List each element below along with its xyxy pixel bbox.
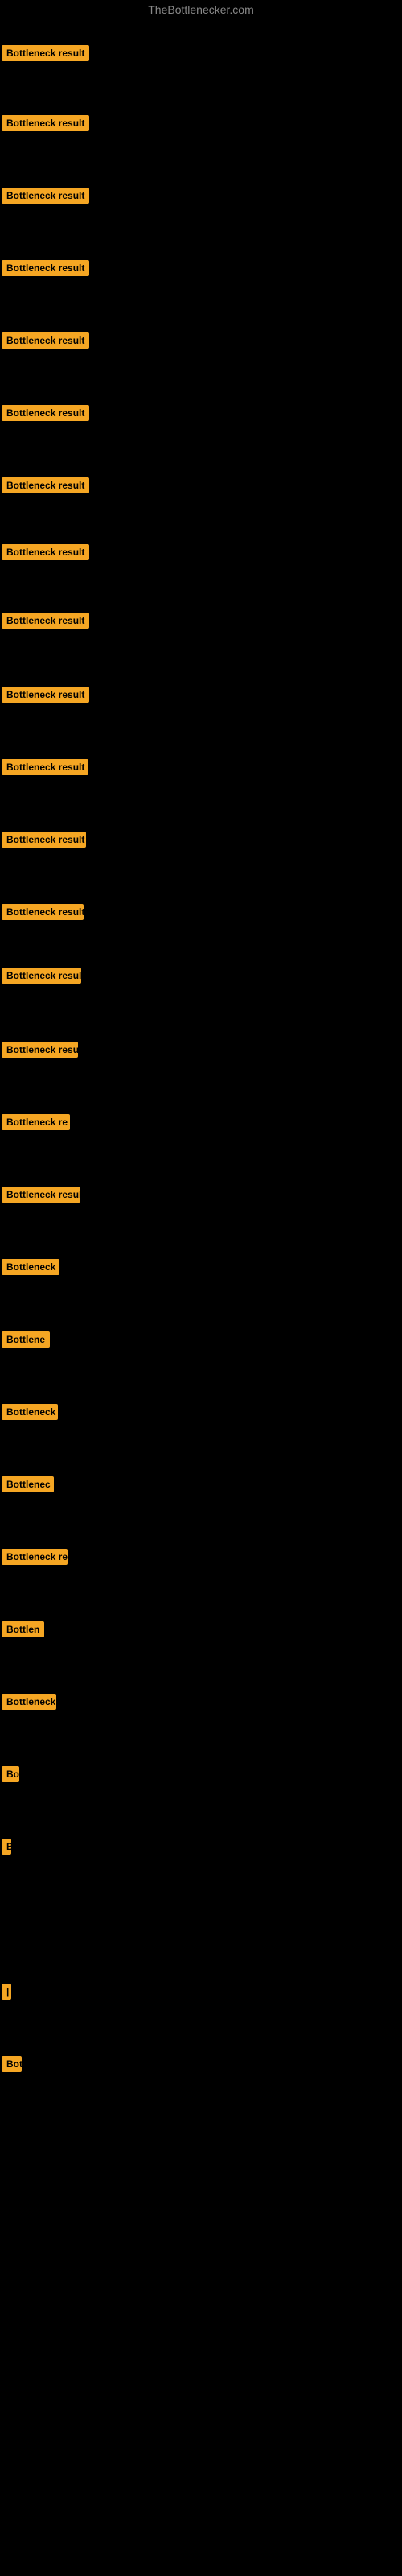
bottleneck-result-badge: Bottleneck result — [2, 968, 81, 984]
bottleneck-result-badge: Bottleneck result — [2, 832, 86, 848]
bottleneck-result-badge: | — [2, 1984, 11, 2000]
bottleneck-result-badge: Bottleneck result — [2, 260, 89, 276]
site-title: TheBottlenecker.com — [0, 0, 402, 19]
bottleneck-result-badge: Bottleneck result — [2, 687, 89, 703]
bottleneck-result-badge: Bottleneck re — [2, 1549, 68, 1565]
bottleneck-result-badge: Bottleneck — [2, 1259, 59, 1275]
bottleneck-result-badge: Bottleneck result — [2, 1042, 78, 1058]
bottleneck-result-badge: Bottleneck result — [2, 45, 89, 61]
bottleneck-result-badge: Bottlenec — [2, 1476, 54, 1492]
bottleneck-result-badge: B — [2, 1839, 11, 1855]
bottleneck-result-badge: Bottleneck result — [2, 188, 89, 204]
bottleneck-result-badge: Bottleneck — [2, 1404, 58, 1420]
bottleneck-result-badge: Bottlene — [2, 1331, 50, 1348]
bottleneck-result-badge: Bottleneck result — [2, 115, 89, 131]
bottleneck-result-badge: Bottlen — [2, 1621, 44, 1637]
bottleneck-result-badge: Bottleneck result — [2, 904, 84, 920]
bottleneck-result-badge: Bottleneck — [2, 1694, 56, 1710]
bottleneck-result-badge: Bot — [2, 2056, 22, 2072]
bottleneck-result-badge: Bottleneck result — [2, 759, 88, 775]
bottleneck-result-badge: Bottleneck re — [2, 1114, 70, 1130]
bottleneck-result-badge: Bottleneck result — [2, 613, 89, 629]
bottleneck-result-badge: Bottleneck result — [2, 405, 89, 421]
bottleneck-result-badge: Bottleneck resul — [2, 1187, 80, 1203]
bottleneck-result-badge: Bo — [2, 1766, 19, 1782]
bottleneck-result-badge: Bottleneck result — [2, 544, 89, 560]
bottleneck-result-badge: Bottleneck result — [2, 477, 89, 493]
bottleneck-result-badge: Bottleneck result — [2, 332, 89, 349]
